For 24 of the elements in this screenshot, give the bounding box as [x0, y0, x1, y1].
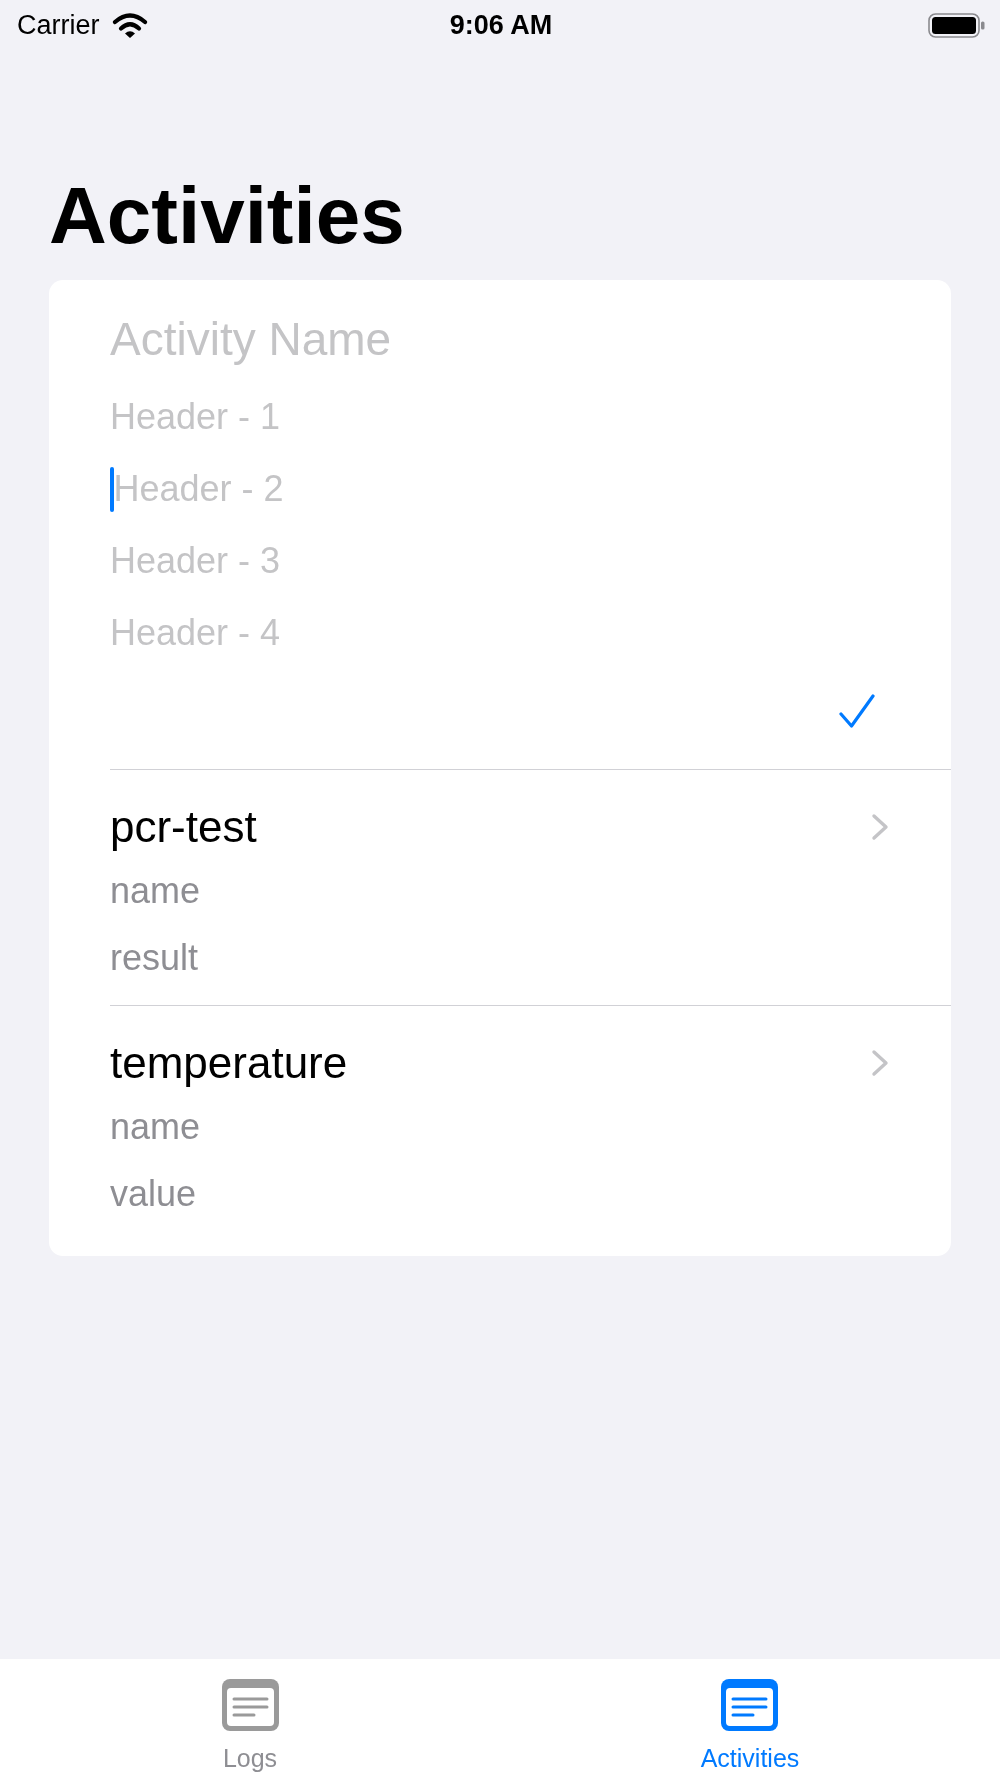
- header-field[interactable]: Header - 1: [110, 393, 889, 441]
- page-title: Activities: [49, 176, 405, 256]
- wifi-icon: [111, 12, 148, 38]
- header-field[interactable]: Header - 4: [110, 609, 889, 657]
- header-field[interactable]: Header - 3: [110, 537, 889, 585]
- field-label: value: [110, 1172, 197, 1216]
- battery-icon: [928, 12, 985, 38]
- activity-name-field[interactable]: Activity Name: [110, 309, 889, 369]
- chevron-right-icon[interactable]: [871, 813, 889, 841]
- text-cursor: [110, 466, 114, 512]
- chevron-right-icon[interactable]: [871, 1049, 889, 1077]
- activity-title: pcr-test: [110, 801, 257, 853]
- tab[interactable]: Logs: [217, 1679, 283, 1773]
- status-time: 9:06 AM: [449, 9, 553, 41]
- list-window-icon: [221, 1679, 279, 1731]
- header-field[interactable]: Header - 2: [113, 465, 889, 513]
- carrier-label: Carrier: [17, 9, 100, 41]
- checkmark-icon[interactable]: [839, 694, 875, 728]
- field-label: name: [110, 1105, 201, 1149]
- field-label: result: [110, 936, 199, 980]
- list-window-icon: [721, 1679, 779, 1731]
- field-label: name: [110, 869, 201, 913]
- activity-title: temperature: [110, 1037, 348, 1089]
- tab[interactable]: Activities: [696, 1679, 804, 1773]
